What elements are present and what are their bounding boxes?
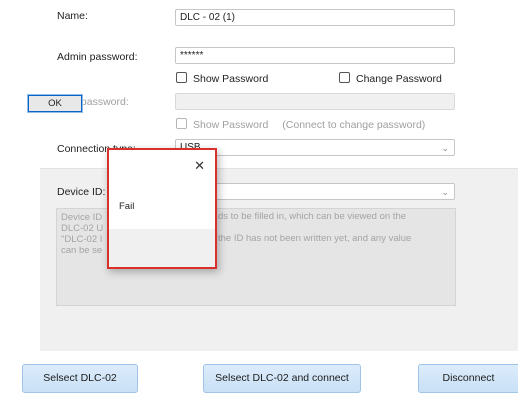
dialog-message: Fail	[119, 201, 135, 212]
chevron-down-icon: ⌄	[441, 187, 449, 197]
change-password-label: Change Password	[356, 73, 442, 85]
ok-button[interactable]: OK	[27, 94, 83, 113]
close-icon[interactable]: ✕	[194, 158, 205, 174]
description-line: ds to be filled in, which can be viewed …	[218, 211, 407, 222]
checkbox-box-icon	[176, 118, 187, 129]
admin-password-input[interactable]: ******	[175, 47, 455, 64]
device-id-select[interactable]: ⌄	[175, 183, 455, 200]
description-right-column: ds to be filled in, which can be viewed …	[218, 211, 411, 244]
description-line	[218, 222, 411, 233]
checkbox-box-icon	[176, 72, 187, 83]
dialog-footer	[109, 229, 215, 267]
new-password-input[interactable]	[175, 93, 455, 110]
name-label: Name:	[57, 10, 88, 22]
show-new-password-label: Show Password	[193, 119, 269, 131]
device-id-label: Device ID:	[57, 186, 106, 198]
change-password-checkbox[interactable]: Change Password	[339, 72, 442, 86]
connection-type-select[interactable]: USB ⌄	[175, 139, 455, 156]
admin-password-label: Admin password:	[57, 51, 138, 63]
chevron-down-icon: ⌄	[441, 143, 449, 153]
show-password-label: Show Password	[193, 73, 269, 85]
change-password-hint: (Connect to change password)	[282, 119, 426, 131]
description-line: the ID has not been written yet, and any…	[218, 233, 412, 244]
disconnect-button[interactable]: Disconnect	[418, 364, 518, 393]
select-and-connect-button[interactable]: Selsect DLC-02 and connect	[203, 364, 361, 393]
select-dlc02-button[interactable]: Selsect DLC-02	[22, 364, 138, 393]
checkbox-box-icon	[339, 72, 350, 83]
show-password-checkbox[interactable]: Show Password	[176, 72, 268, 86]
fail-dialog: ✕ Fail	[107, 148, 217, 269]
name-input[interactable]: DLC - 02 (1)	[175, 9, 455, 26]
show-new-password-checkbox[interactable]: Show Password (Connect to change password…	[176, 118, 425, 132]
